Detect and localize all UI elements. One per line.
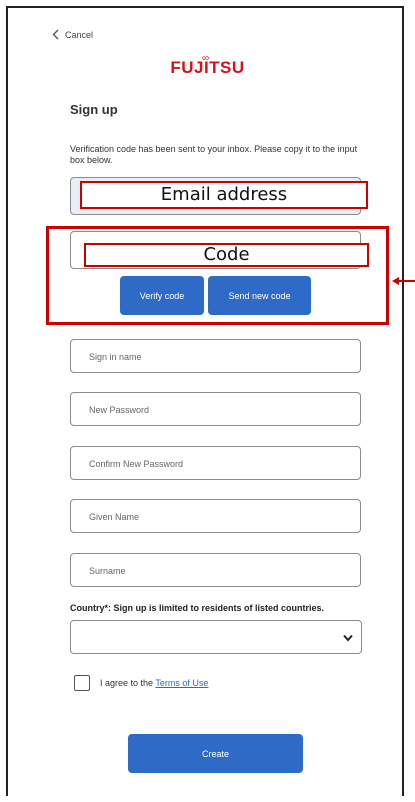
chevron-left-icon xyxy=(52,29,59,40)
email-annotation-label: Email address xyxy=(80,181,368,209)
country-select[interactable] xyxy=(70,620,362,654)
fujitsu-logo: ∞ FUJITSU xyxy=(0,53,415,78)
sign-in-name-input[interactable]: Sign in name xyxy=(70,339,361,373)
surname-placeholder: Surname xyxy=(89,566,126,576)
send-new-code-button[interactable]: Send new code xyxy=(208,276,311,315)
new-password-placeholder: New Password xyxy=(89,405,150,415)
agree-text: I agree to the Terms of Use xyxy=(100,678,208,688)
terms-agreement: I agree to the Terms of Use xyxy=(74,675,208,691)
country-label: Country*: Sign up is limited to resident… xyxy=(70,603,325,613)
cancel-label: Cancel xyxy=(65,29,94,40)
chevron-down-icon xyxy=(343,634,353,642)
create-button[interactable]: Create xyxy=(128,734,303,773)
cancel-link[interactable]: Cancel xyxy=(52,29,93,40)
given-name-placeholder: Given Name xyxy=(89,512,140,522)
verify-code-button[interactable]: Verify code xyxy=(120,276,204,315)
surname-input[interactable]: Surname xyxy=(70,553,361,587)
new-password-input[interactable]: New Password xyxy=(70,392,361,426)
page-title: Sign up xyxy=(70,102,118,117)
verification-message: Verification code has been sent to your … xyxy=(70,144,358,165)
given-name-input[interactable]: Given Name xyxy=(70,499,361,533)
code-annotation-label: Code xyxy=(84,243,369,267)
confirm-password-placeholder: Confirm New Password xyxy=(89,459,184,469)
arrow-left-icon xyxy=(392,277,415,285)
terms-of-use-link[interactable]: Terms of Use xyxy=(155,678,208,688)
logo-infinity-symbol: ∞ xyxy=(202,53,210,64)
sign-in-name-placeholder: Sign in name xyxy=(89,352,142,362)
agree-text-prefix: I agree to the xyxy=(100,678,154,688)
agree-checkbox[interactable] xyxy=(74,675,90,691)
confirm-password-input[interactable]: Confirm New Password xyxy=(70,446,361,480)
